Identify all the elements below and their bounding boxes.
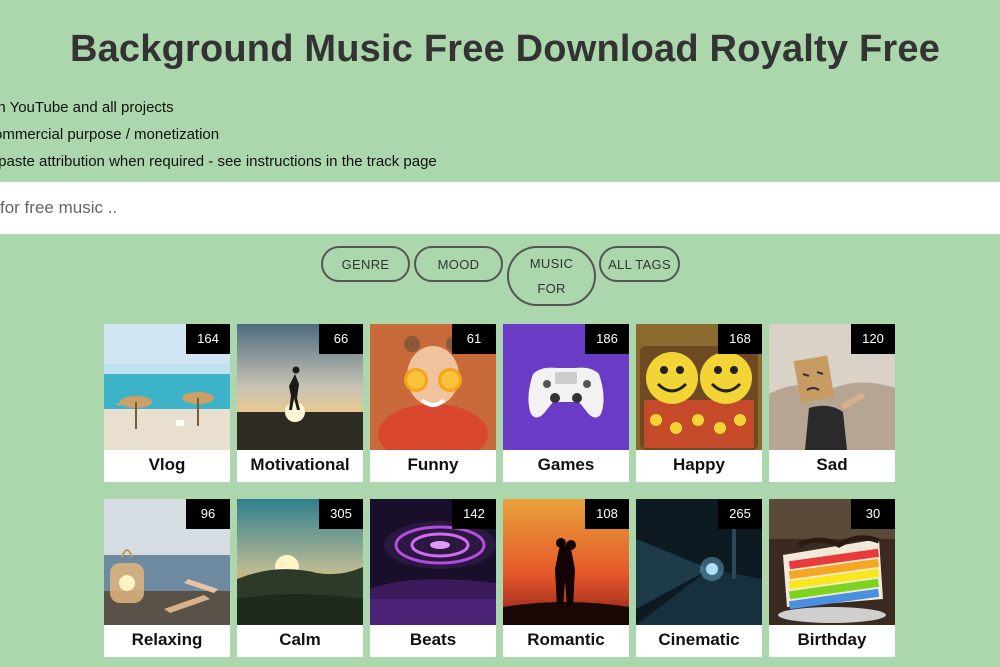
tab-mood[interactable]: MOOD: [414, 246, 503, 282]
track-count-badge: 168: [718, 324, 762, 354]
track-count-badge: 305: [319, 499, 363, 529]
search-input[interactable]: [0, 182, 1000, 234]
category-label: Funny: [407, 455, 459, 474]
track-count-badge: 142: [452, 499, 496, 529]
tab-all-tags[interactable]: ALL TAGS: [599, 246, 680, 282]
category-card-games[interactable]: 186 Games: [503, 324, 629, 482]
category-card-vlog[interactable]: 164 Vlog: [104, 324, 230, 482]
category-card-funny[interactable]: 61 Funny: [370, 324, 496, 482]
category-label: Relaxing: [131, 630, 203, 649]
tab-music-for[interactable]: MUSIC FOR: [507, 246, 596, 306]
category-label: Calm: [279, 630, 321, 649]
category-card-birthday[interactable]: 30 Birthday: [769, 499, 895, 657]
category-card-relaxing[interactable]: 96 Relaxing: [104, 499, 230, 657]
category-label: Vlog: [148, 455, 186, 474]
category-label: Sad: [816, 455, 848, 474]
page-title: Background Music Free Download Royalty F…: [69, 28, 941, 70]
track-count-badge: 120: [851, 324, 895, 354]
track-count-badge: 66: [319, 324, 363, 354]
feature-item: /paste attribution when required - see i…: [0, 153, 437, 170]
category-card-romantic[interactable]: 108 Romantic: [503, 499, 629, 657]
category-card-calm[interactable]: 305 Calm: [237, 499, 363, 657]
track-count-badge: 30: [851, 499, 895, 529]
category-label: Games: [537, 455, 595, 474]
category-card-motivational[interactable]: 66 Motivational: [237, 324, 363, 482]
category-label: Romantic: [527, 630, 605, 649]
track-count-badge: 108: [585, 499, 629, 529]
category-label: Birthday: [797, 630, 867, 649]
category-label: Motivational: [250, 455, 350, 474]
tab-genre[interactable]: GENRE: [321, 246, 410, 282]
category-label: Beats: [409, 630, 457, 649]
feature-item: ommercial purpose / monetization: [0, 126, 220, 143]
category-card-cinematic[interactable]: 265 Cinematic: [636, 499, 762, 657]
category-label: Happy: [673, 455, 725, 474]
track-count-badge: 61: [452, 324, 496, 354]
feature-list: in YouTube and all projects ommercial pu…: [0, 94, 437, 175]
filter-tabs: GENRE MOOD MUSIC FOR ALL TAGS: [0, 246, 1000, 306]
category-card-beats[interactable]: 142 Beats: [370, 499, 496, 657]
feature-item: in YouTube and all projects: [0, 99, 174, 116]
category-card-sad[interactable]: 120 Sad: [769, 324, 895, 482]
category-label: Cinematic: [658, 630, 740, 649]
track-count-badge: 186: [585, 324, 629, 354]
category-card-happy[interactable]: 168 Happy: [636, 324, 762, 482]
track-count-badge: 96: [186, 499, 230, 529]
track-count-badge: 265: [718, 499, 762, 529]
track-count-badge: 164: [186, 324, 230, 354]
